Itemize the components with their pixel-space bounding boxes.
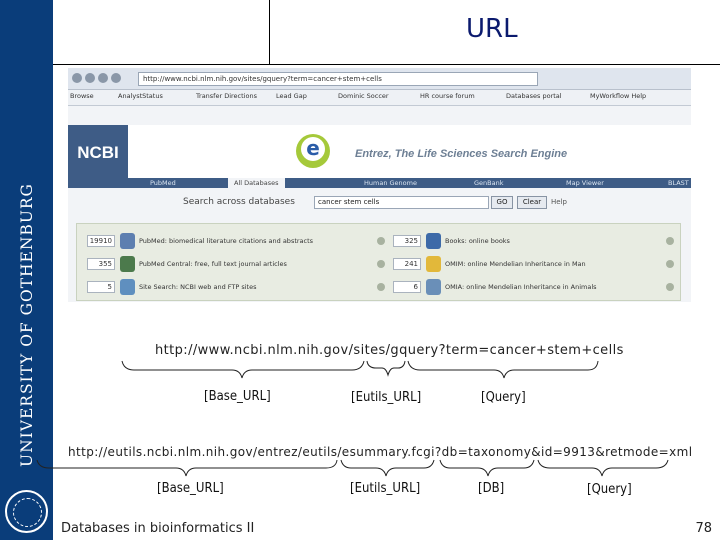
search-label: Search across databases <box>183 197 295 207</box>
result-text: PubMed: biomedical literature citations … <box>139 237 314 245</box>
info-icon <box>377 283 385 291</box>
bookmark-item[interactable]: Browse <box>70 92 94 100</box>
info-icon <box>377 260 385 268</box>
entrez-logo-icon <box>296 134 330 168</box>
go-button[interactable]: GO <box>491 196 513 209</box>
result-count: 19910 <box>87 235 115 247</box>
university-seal-icon <box>5 490 48 533</box>
browser-screenshot: http://www.ncbi.nlm.nih.gov/sites/gquery… <box>68 68 691 302</box>
result-text: Site Search: NCBI web and FTP sites <box>139 283 257 291</box>
header-divider-horizontal <box>53 64 720 65</box>
tab-map-viewer[interactable]: Map Viewer <box>566 178 604 188</box>
university-sidebar: UNIVERSITY OF GOTHENBURG <box>0 0 53 540</box>
example-url-gquery: http://www.ncbi.nlm.nih.gov/sites/gquery… <box>155 343 624 358</box>
label-eutils-url-2: [Eutils_URL] <box>350 481 421 496</box>
brace-query-1 <box>407 360 599 379</box>
search-input[interactable]: cancer stem cells <box>314 196 489 209</box>
browser-toolbar: http://www.ncbi.nlm.nih.gov/sites/gquery… <box>68 68 691 90</box>
bookmarks-bar: Browse AnalystStatus Transfer Directions… <box>68 90 691 106</box>
tab-all-databases[interactable]: All Databases <box>228 178 285 188</box>
page-number: 78 <box>695 521 712 536</box>
brace-db-2 <box>439 459 535 477</box>
forward-icon[interactable] <box>85 73 95 83</box>
brace-base-url-2 <box>36 459 338 477</box>
result-text: OMIA: online Mendelian Inheritance in An… <box>445 283 597 291</box>
example-url-esummary: http://eutils.ncbi.nlm.nih.gov/entrez/eu… <box>68 445 693 459</box>
info-icon <box>666 283 674 291</box>
brace-base-url-1 <box>121 360 365 379</box>
ncbi-tabbar: PubMed All Databases Human Genome GenBan… <box>68 178 691 188</box>
tab-human-genome[interactable]: Human Genome <box>364 178 417 188</box>
brace-eutils-url-1 <box>366 360 406 377</box>
reload-icon[interactable] <box>98 73 108 83</box>
back-icon[interactable] <box>72 73 82 83</box>
label-eutils-url-1: [Eutils_URL] <box>351 390 422 405</box>
site-search-icon <box>120 279 135 295</box>
books-icon <box>426 233 441 249</box>
home-icon[interactable] <box>111 73 121 83</box>
header-divider-vertical <box>269 0 270 64</box>
slide-footer: Databases in bioinformatics II <box>61 521 255 536</box>
info-icon <box>377 237 385 245</box>
info-icon <box>666 260 674 268</box>
university-name: UNIVERSITY OF GOTHENBURG <box>18 183 36 467</box>
result-count: 355 <box>87 258 115 270</box>
tab-blast[interactable]: BLAST <box>668 178 689 188</box>
result-count: 5 <box>87 281 115 293</box>
bookmark-item[interactable]: Databases portal <box>506 92 562 100</box>
result-count: 241 <box>393 258 421 270</box>
entrez-tagline: Entrez, The Life Sciences Search Engine <box>355 148 568 160</box>
result-count: 325 <box>393 235 421 247</box>
tab-pubmed[interactable]: PubMed <box>150 178 176 188</box>
bookmark-item[interactable]: Dominic Soccer <box>338 92 389 100</box>
omia-icon <box>426 279 441 295</box>
label-base-url-1: [Base_URL] <box>204 389 271 404</box>
bookmark-item[interactable]: Transfer Directions <box>196 92 257 100</box>
brace-query-2 <box>537 459 669 477</box>
result-count: 6 <box>393 281 421 293</box>
pubmed-icon <box>120 233 135 249</box>
results-panel: 19910 PubMed: biomedical literature cita… <box>76 223 681 301</box>
label-query-1: [Query] <box>481 390 526 405</box>
tab-genbank[interactable]: GenBank <box>474 178 503 188</box>
bookmark-item[interactable]: MyWorkflow Help <box>590 92 646 100</box>
omim-icon <box>426 256 441 272</box>
ncbi-logo[interactable]: NCBI <box>68 125 128 180</box>
label-db-2: [DB] <box>478 481 505 496</box>
help-link[interactable]: Help <box>551 198 567 206</box>
result-text: OMIM: online Mendelian Inheritance in Ma… <box>445 260 586 268</box>
brace-eutils-url-2 <box>340 459 435 477</box>
bookmark-item[interactable]: AnalystStatus <box>118 92 163 100</box>
bookmark-item[interactable]: Lead Gap <box>276 92 307 100</box>
pmc-icon <box>120 256 135 272</box>
address-bar[interactable]: http://www.ncbi.nlm.nih.gov/sites/gquery… <box>138 72 538 86</box>
clear-button[interactable]: Clear <box>517 196 547 209</box>
info-icon <box>666 237 674 245</box>
label-base-url-2: [Base_URL] <box>157 481 224 496</box>
bookmark-item[interactable]: HR course forum <box>420 92 475 100</box>
slide-title: URL <box>466 14 518 44</box>
result-text: Books: online books <box>445 237 510 245</box>
label-query-2: [Query] <box>587 482 632 497</box>
result-text: PubMed Central: free, full text journal … <box>139 260 287 268</box>
